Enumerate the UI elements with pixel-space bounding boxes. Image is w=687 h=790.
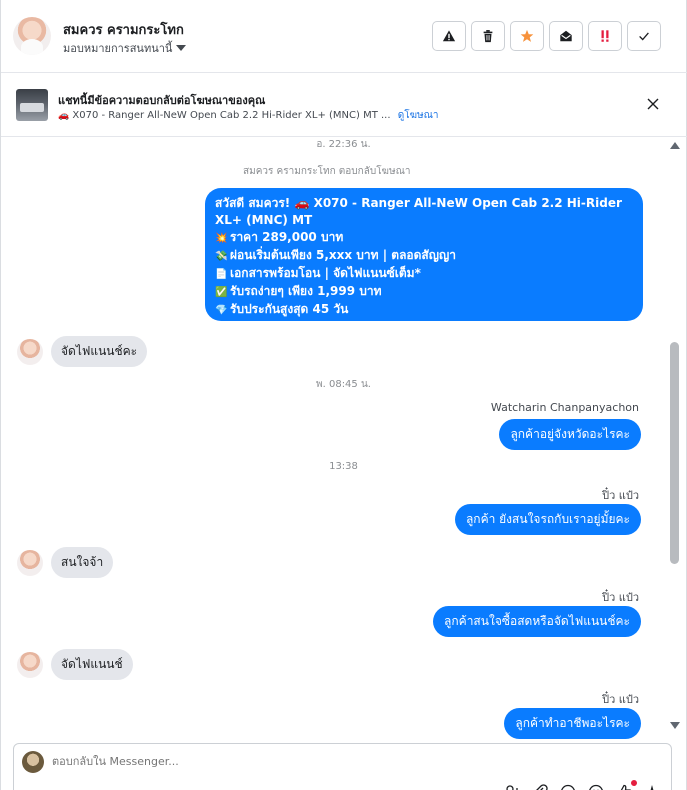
assign-conversation-dropdown[interactable]: มอบหมายการสนทนานี้ bbox=[63, 39, 187, 57]
conversation-header: สมควร ครามกระโทก มอบหมายการสนทนานี้ bbox=[1, 0, 687, 73]
message-line: 💥 ราคา 289,000 บาท bbox=[215, 229, 633, 247]
timestamp: 13:38 bbox=[329, 461, 358, 472]
view-ad-link[interactable]: ดูโฆษณา bbox=[398, 110, 439, 121]
check-mark-icon: ✅ bbox=[215, 287, 228, 298]
timestamp: อ. 22:36 น. bbox=[316, 139, 371, 150]
close-icon[interactable] bbox=[646, 97, 660, 111]
contact-avatar[interactable] bbox=[13, 17, 51, 55]
ad-banner-subtitle: 🚗 X070 - Ranger All-NeW Open Cab 2.2 Hi-… bbox=[58, 108, 439, 123]
message-line: สวัสดี สมควร! 🚗 X070 - Ranger All-NeW Op… bbox=[215, 196, 622, 227]
document-icon: 📄 bbox=[215, 269, 228, 280]
action-toolbar bbox=[432, 21, 661, 51]
composer-toolbar bbox=[504, 784, 660, 790]
incoming-message[interactable]: จัดไฟแนนช์คะ bbox=[51, 336, 148, 367]
mark-unread-icon bbox=[560, 30, 572, 42]
money-icon: 💸 bbox=[215, 251, 228, 262]
trash-icon bbox=[483, 30, 493, 43]
page-avatar bbox=[22, 751, 44, 773]
scrollbar-thumb[interactable] bbox=[670, 342, 679, 564]
star-button[interactable] bbox=[510, 21, 544, 51]
add-user-icon[interactable] bbox=[504, 784, 520, 790]
sender-name: ปิ๋ว แป๋ว bbox=[602, 591, 639, 604]
contact-avatar bbox=[17, 338, 43, 365]
contact-avatar bbox=[17, 549, 43, 576]
incoming-message[interactable]: จัดไฟแนนช์ bbox=[51, 649, 133, 680]
star-icon bbox=[520, 29, 534, 42]
caret-down-icon bbox=[176, 45, 187, 51]
check-icon bbox=[639, 32, 649, 41]
ad-name: X070 - Ranger All-NeW Open Cab 2.2 Hi-Ri… bbox=[72, 110, 391, 121]
warning-icon bbox=[442, 30, 456, 42]
follow-up-icon bbox=[601, 30, 609, 42]
sender-name: ปิ๋ว แป๋ว bbox=[602, 489, 639, 502]
outgoing-message[interactable]: ลูกค้าอยู่จังหวัดอะไรคะ bbox=[499, 419, 641, 450]
conversation-panel: สมควร ครามกระโทก มอบหมายการสนทนานี้ แชทน… bbox=[0, 0, 687, 790]
reply-composer bbox=[13, 743, 672, 790]
timestamp: พ. 08:45 น. bbox=[316, 379, 371, 390]
delete-button[interactable] bbox=[471, 21, 505, 51]
contact-name[interactable]: สมควร ครามกระโทก bbox=[63, 19, 184, 40]
message-input[interactable] bbox=[52, 755, 452, 768]
outgoing-message[interactable]: ลูกค้า ยังสนใจรถกับเราอยู่มั้ยคะ bbox=[454, 504, 641, 535]
emoji-icon[interactable] bbox=[588, 784, 604, 790]
ad-thumbnail[interactable] bbox=[16, 89, 48, 121]
diamond-icon: 💎 bbox=[215, 305, 228, 316]
notification-dot bbox=[631, 780, 637, 786]
sender-name: Watcharin Chanpanyachon bbox=[490, 401, 639, 414]
ad-reply-banner: แชทนี้มีข้อความตอบกลับต่อโฆษณาของคุณ 🚗 X… bbox=[1, 74, 687, 137]
explosion-icon: 💥 bbox=[215, 233, 228, 244]
magic-icon[interactable] bbox=[644, 784, 660, 790]
outgoing-message[interactable]: ลูกค้าสนใจซื้อสดหรือจัดไฟแนนช์คะ bbox=[433, 606, 641, 637]
follow-up-button[interactable] bbox=[588, 21, 622, 51]
mark-done-button[interactable] bbox=[627, 21, 661, 51]
contact-avatar bbox=[17, 651, 43, 678]
message-line: ✅ รับรถง่ายๆ เพียง 1,999 บาท bbox=[215, 283, 633, 301]
mark-unread-button[interactable] bbox=[549, 21, 583, 51]
incoming-message-row: สนใจจ้า bbox=[17, 547, 114, 578]
incoming-message-row: จัดไฟแนนช์คะ bbox=[17, 336, 148, 367]
paperclip-icon[interactable] bbox=[532, 784, 548, 790]
ad-auto-message[interactable]: สวัสดี สมควร! 🚗 X070 - Ranger All-NeW Op… bbox=[205, 188, 643, 321]
message-line: 💎 รับประกันสูงสุด 45 วัน bbox=[215, 301, 633, 319]
message-line: 💸 ผ่อนเริ่มต้นเพียง 5,xxx บาท | ตลอดสัญญา bbox=[215, 247, 633, 265]
message-line: 📄 เอกสารพร้อมโอน | จัดไฟแนนซ์เต็ม* bbox=[215, 265, 633, 283]
scroll-down-arrow-icon[interactable] bbox=[670, 722, 680, 729]
sender-name: ปิ๋ว แป๋ว bbox=[602, 693, 639, 706]
like-icon[interactable] bbox=[616, 784, 632, 790]
incoming-message-row: จัดไฟแนนช์ bbox=[17, 649, 133, 680]
ad-reply-note: สมควร ครามกระโทก ตอบกลับโฆษณา bbox=[243, 166, 411, 177]
car-icon: 🚗 bbox=[58, 111, 70, 121]
incoming-message[interactable]: สนใจจ้า bbox=[51, 547, 114, 578]
outgoing-message[interactable]: ลูกค้าทำอาชีพอะไรคะ bbox=[504, 708, 641, 739]
report-spam-button[interactable] bbox=[432, 21, 466, 51]
saved-reply-icon[interactable] bbox=[560, 784, 576, 790]
assign-label: มอบหมายการสนทนานี้ bbox=[63, 42, 173, 55]
ad-banner-title: แชทนี้มีข้อความตอบกลับต่อโฆษณาของคุณ bbox=[58, 94, 266, 107]
